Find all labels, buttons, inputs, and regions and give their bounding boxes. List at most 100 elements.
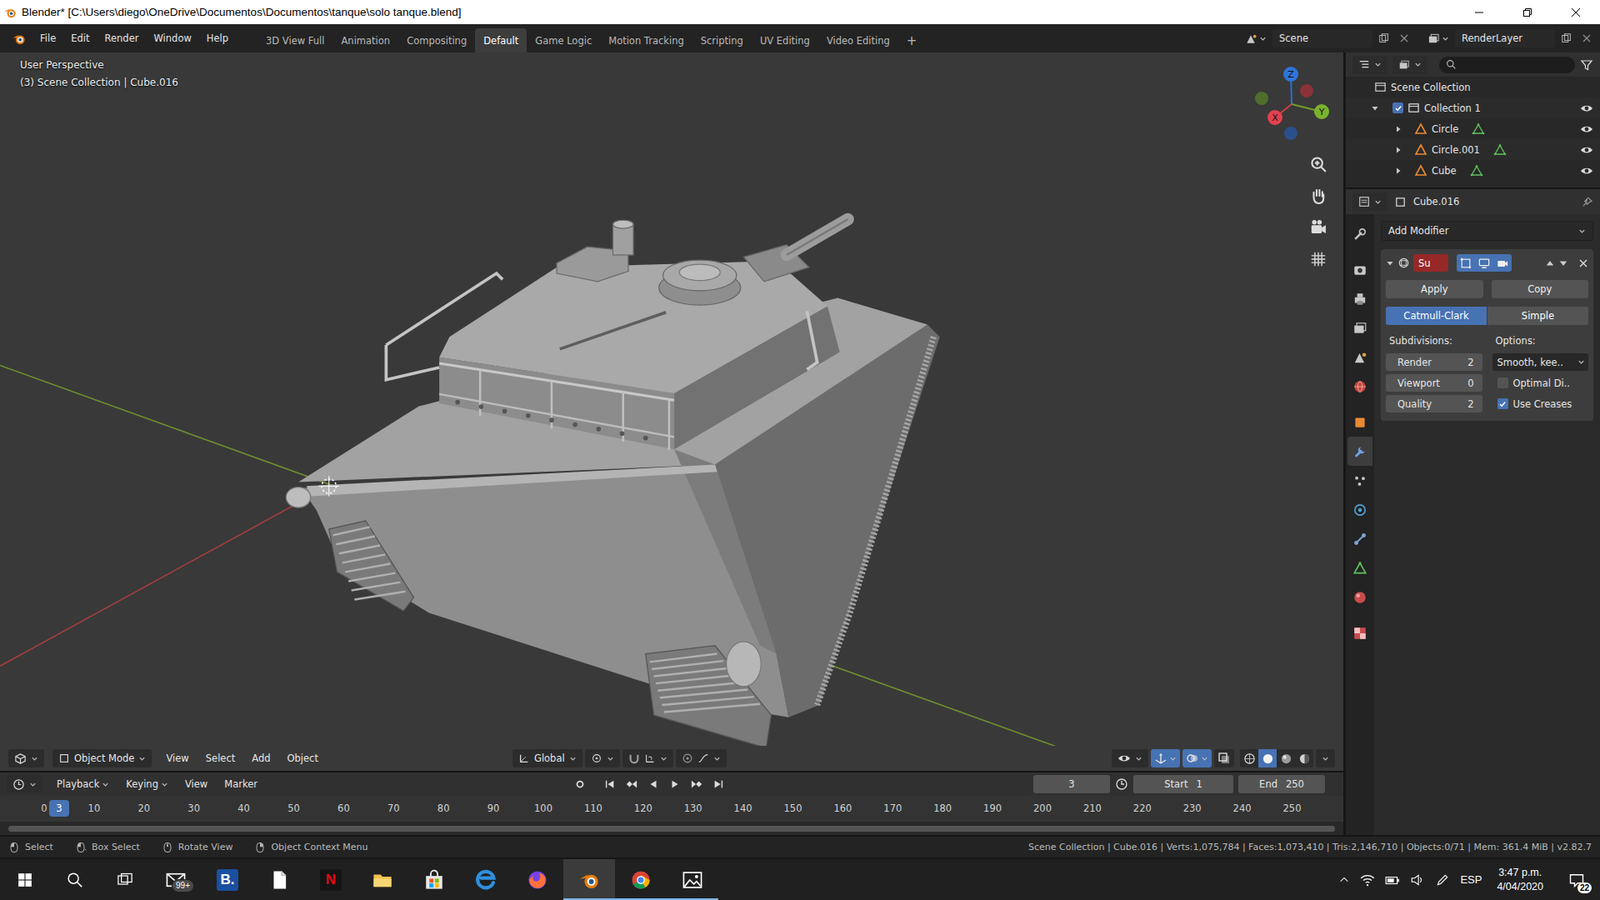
properties-tab[interactable]: [1347, 553, 1373, 583]
x-icon[interactable]: [1581, 33, 1592, 44]
blender-logo-icon[interactable]: [3, 5, 17, 20]
wireframe-shading-button[interactable]: [1240, 749, 1259, 768]
texture-tab-icon[interactable]: [1352, 625, 1368, 641]
dropdown-arrow-icon[interactable]: [1135, 755, 1143, 763]
pivot-icon[interactable]: [590, 752, 603, 765]
editmode-toggle[interactable]: [1456, 254, 1475, 272]
rendered-shading-button[interactable]: [1295, 749, 1314, 768]
properties-tab[interactable]: [1347, 313, 1373, 343]
properties-tab[interactable]: [1347, 465, 1373, 495]
mesh-data-icon[interactable]: [1493, 143, 1507, 157]
xray-toggle[interactable]: [1214, 749, 1235, 768]
overlays-icon[interactable]: [1185, 751, 1200, 765]
eye-icon[interactable]: [1580, 101, 1594, 115]
dropdown-arrow-icon[interactable]: [1441, 35, 1450, 43]
tool-tab-icon[interactable]: [1352, 226, 1368, 242]
play-button[interactable]: [665, 775, 685, 794]
dropdown-arrow-icon[interactable]: [1578, 227, 1586, 235]
object-tab-icon[interactable]: [1352, 415, 1368, 430]
timeline-menu-item[interactable]: Marker: [216, 775, 265, 793]
jump-end-button[interactable]: [709, 775, 728, 794]
photos-taskbar-button[interactable]: [666, 859, 719, 900]
proportional-icon[interactable]: [681, 752, 694, 765]
world-tab-icon[interactable]: [1352, 379, 1368, 395]
eye-icon[interactable]: [1580, 122, 1594, 136]
properties-tab[interactable]: [1347, 618, 1373, 648]
view-layer-icon[interactable]: [1427, 32, 1440, 45]
firefox-icon[interactable]: [526, 869, 549, 891]
subdivision-modifier-icon[interactable]: [1397, 256, 1410, 270]
booking-taskbar-button[interactable]: B.: [201, 859, 254, 900]
properties-tab[interactable]: [1347, 255, 1373, 285]
prev-keyframe-icon[interactable]: [625, 778, 638, 790]
dropdown-arrow-icon[interactable]: [101, 780, 110, 789]
properties-tab[interactable]: [1347, 582, 1373, 612]
clock-icon[interactable]: [1115, 777, 1129, 791]
explorer-taskbar-button[interactable]: [356, 859, 409, 900]
play-reverse-icon[interactable]: [647, 778, 660, 790]
windows-logo-icon[interactable]: [17, 872, 33, 888]
pan-button[interactable]: [1305, 182, 1332, 210]
option-checkbox-row[interactable]: Use Creases: [1492, 395, 1590, 413]
photos-icon[interactable]: [681, 869, 704, 891]
timeline-menu-item[interactable]: Playback: [49, 775, 117, 793]
blender-logo-icon[interactable]: [11, 31, 26, 46]
dropdown-arrow-icon[interactable]: [29, 780, 37, 789]
overlays-toggle[interactable]: [1182, 749, 1212, 768]
folder-icon[interactable]: [371, 869, 394, 891]
mesh-data-icon[interactable]: [1470, 164, 1484, 178]
dropdown-arrow-icon[interactable]: [1321, 755, 1330, 763]
properties-tab[interactable]: [1347, 219, 1373, 249]
constraints-tab-icon[interactable]: [1352, 531, 1368, 547]
zoom-icon[interactable]: [1309, 155, 1328, 174]
x-icon[interactable]: [1399, 33, 1410, 44]
magnet-icon[interactable]: [628, 752, 640, 765]
next-keyframe-icon[interactable]: [690, 778, 703, 790]
hand-icon[interactable]: [1309, 186, 1328, 205]
modifier-action-button[interactable]: Apply: [1385, 280, 1484, 299]
prev-keyframe-button[interactable]: [622, 775, 641, 794]
3d-view-icon[interactable]: [14, 752, 27, 765]
expanded-arrow-icon[interactable]: [1385, 259, 1395, 268]
new-scene-button[interactable]: [1375, 29, 1394, 48]
workspace-tab[interactable]: Default: [475, 28, 527, 53]
editor-type-button[interactable]: [8, 749, 45, 768]
mesh-data-icon[interactable]: [1471, 122, 1485, 136]
task-view-icon[interactable]: [116, 871, 134, 889]
scrollbar-thumb[interactable]: [8, 825, 1335, 832]
dropdown-arrow-icon[interactable]: [1374, 60, 1382, 69]
jump-end-icon[interactable]: [712, 778, 725, 790]
properties-icon[interactable]: [1358, 195, 1370, 208]
clock-icon[interactable]: [12, 778, 25, 791]
search-icon[interactable]: [1445, 59, 1457, 70]
duplicate-icon[interactable]: [1378, 32, 1390, 45]
navigation-gizmo[interactable]: ZYX: [1246, 59, 1337, 150]
render-toggle[interactable]: [1493, 254, 1512, 272]
outliner-icon[interactable]: [1358, 59, 1370, 71]
chevron-up-icon[interactable]: [1338, 874, 1350, 886]
physics-tab-icon[interactable]: [1352, 502, 1368, 518]
play-reverse-button[interactable]: [644, 775, 663, 794]
camera-icon[interactable]: [1496, 257, 1509, 270]
snap-element-icon[interactable]: [644, 752, 656, 765]
eye-icon[interactable]: [1580, 164, 1594, 178]
edge-icon[interactable]: [475, 869, 497, 891]
dropdown-arrow-icon[interactable]: [1374, 198, 1382, 206]
search-icon[interactable]: [66, 871, 84, 889]
properties-tab[interactable]: [1347, 371, 1373, 401]
solid-shading-icon[interactable]: [1261, 752, 1275, 765]
modifier-name-field[interactable]: Su: [1413, 254, 1449, 272]
collapsed-arrow-icon[interactable]: [1394, 125, 1403, 134]
wireframe-shading-icon[interactable]: [1243, 752, 1256, 765]
proportional-edit-toggle[interactable]: [675, 749, 727, 768]
start-frame-field[interactable]: Start1: [1133, 775, 1234, 794]
properties-tab[interactable]: [1347, 495, 1373, 525]
outliner-row[interactable]: Cube: [1345, 160, 1600, 181]
editor-type-button[interactable]: [6, 775, 43, 794]
editmode-icon[interactable]: [1460, 257, 1472, 270]
dropdown-arrow-icon[interactable]: [660, 755, 668, 763]
scene-icon[interactable]: [1245, 32, 1258, 45]
outliner-row[interactable]: Scene Collection: [1345, 76, 1600, 98]
menu-item[interactable]: Help: [199, 29, 236, 48]
viewport-menu-item[interactable]: Select: [198, 750, 243, 767]
